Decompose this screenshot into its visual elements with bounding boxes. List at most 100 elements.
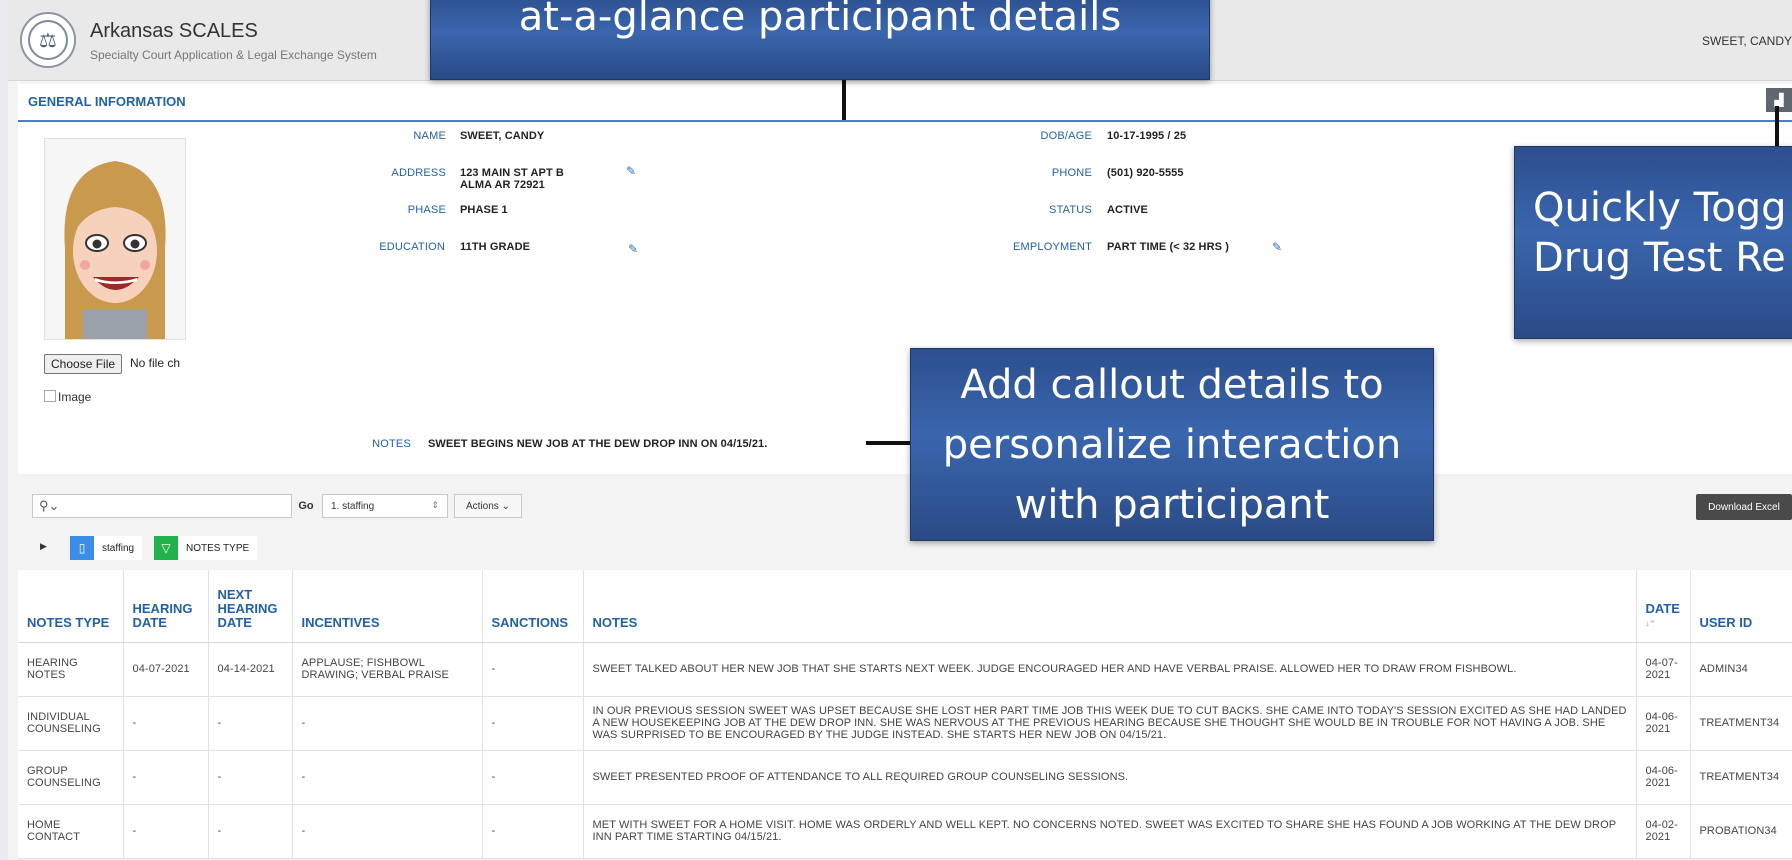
callout-personalize-interaction: Add callout details to personalize inter… [910, 348, 1434, 541]
name-value: SWEET, CANDY [460, 130, 545, 142]
select-arrows-icon: ⇕ [431, 500, 439, 510]
report-toolbar: ⚲⌄ Go 1. staffing ⇕ Actions ⌄ Download E… [18, 486, 1792, 528]
image-alt-text: Image [58, 390, 92, 404]
top-callout-leader-line [842, 80, 846, 120]
cell-notes-type: HEARING NOTES [18, 642, 124, 697]
col-header-next-hearing-date[interactable]: NEXT HEARING DATE [208, 570, 293, 643]
cell-notes: SWEET TALKED ABOUT HER NEW JOB THAT SHE … [583, 642, 1637, 697]
cell-date: 04-06-2021 [1636, 696, 1691, 751]
saved-report-icon[interactable]: ▯ [70, 536, 94, 560]
report-filters: ▶ ▯ staffing ▽ NOTES TYPE [18, 532, 1792, 564]
sort-descending-icon: ↓⁼ [1645, 617, 1655, 628]
address-line-1: 123 MAIN ST APT B [460, 167, 564, 179]
actions-menu-button[interactable]: Actions ⌄ [454, 494, 522, 518]
saved-report-chip[interactable]: staffing [94, 536, 143, 560]
callout-text-line-1: Add callout details to [960, 362, 1384, 408]
col-header-date-label: DATE [1645, 600, 1680, 616]
phone-label: PHONE [1051, 167, 1092, 179]
cell-notes: IN OUR PREVIOUS SESSION SWEET WAS UPSET … [583, 696, 1637, 751]
col-header-incentives[interactable]: INCENTIVES [292, 570, 483, 643]
avatar-illustration [45, 139, 185, 339]
notes-table: NOTES TYPE HEARING DATE NEXT HEARING DAT… [18, 570, 1792, 859]
app-subtitle: Specialty Court Application & Legal Exch… [90, 48, 377, 62]
dob-age-label: DOB/AGE [1040, 130, 1092, 142]
cell-user-id: PROBATION34 [1690, 804, 1792, 859]
edit-address-icon[interactable]: ✎ [626, 164, 636, 178]
notes-value: SWEET BEGINS NEW JOB AT THE DEW DROP INN… [428, 438, 768, 450]
actions-label: Actions [466, 500, 499, 512]
cell-incentives: APPLAUSE; FISHBOWL DRAWING; VERBAL PRAIS… [292, 642, 483, 697]
education-label: EDUCATION [379, 241, 445, 253]
cell-notes-type: HOME CONTACT [18, 804, 124, 859]
chevron-down-icon: ⌄ [498, 500, 510, 512]
search-icon[interactable]: ⚲⌄ [39, 498, 59, 514]
phone-value: (501) 920-5555 [1107, 167, 1184, 179]
education-value: 11TH GRADE [460, 241, 531, 253]
table-row: HOME CONTACT - - - - MET WITH SWEET FOR … [18, 804, 1792, 859]
go-button[interactable]: Go [294, 494, 318, 518]
phase-value: PHASE 1 [460, 204, 508, 216]
col-header-notes[interactable]: NOTES [583, 570, 1637, 643]
search-input[interactable]: ⚲⌄ [32, 494, 292, 518]
phase-label: PHASE [407, 204, 446, 216]
cell-date: 04-02-2021 [1636, 804, 1691, 859]
callout-text-line-2: personalize interaction [942, 422, 1402, 468]
address-label: ADDRESS [391, 167, 446, 179]
callout-text-line-2: Drug Test Re [1533, 235, 1786, 281]
download-excel-button[interactable]: Download Excel [1696, 494, 1792, 520]
cell-hearing-date: - [123, 696, 209, 751]
scales-icon: ⚖ [28, 20, 68, 60]
callout-drug-test-toggle: Quickly Togg Drug Test Re [1514, 146, 1792, 339]
edit-education-icon[interactable]: ✎ [628, 242, 638, 256]
cell-user-id: ADMIN34 [1690, 642, 1792, 697]
cell-sanctions: - [482, 696, 584, 751]
expand-triangle-icon[interactable]: ▶ [40, 541, 47, 552]
col-header-notes-type[interactable]: NOTES TYPE [18, 570, 124, 643]
general-information-header: GENERAL INFORMATION ▟ [18, 84, 1792, 122]
col-header-date[interactable]: DATE ↓⁼ [1636, 570, 1691, 643]
cell-sanctions: - [482, 804, 584, 859]
broken-image-placeholder: Image [44, 390, 91, 404]
filter-chip[interactable]: NOTES TYPE [178, 536, 258, 560]
edit-employment-icon[interactable]: ✎ [1272, 240, 1282, 254]
table-row: GROUP COUNSELING - - - - SWEET PRESENTED… [18, 750, 1792, 805]
cell-next-hearing-date: - [208, 750, 293, 805]
status-label: STATUS [1049, 204, 1092, 216]
section-title: GENERAL INFORMATION [28, 94, 186, 109]
bar-chart-icon: ▟ [1774, 93, 1784, 107]
col-header-sanctions[interactable]: SANCTIONS [482, 570, 584, 643]
callout-text-line-1: Quickly Togg [1533, 185, 1787, 231]
cell-user-id: TREATMENT34 [1690, 696, 1792, 751]
cell-hearing-date: - [123, 804, 209, 859]
cell-notes: SWEET PRESENTED PROOF OF ATTENDANCE TO A… [583, 750, 1637, 805]
cell-next-hearing-date: - [208, 696, 293, 751]
col-header-user-id[interactable]: USER ID [1690, 570, 1792, 643]
cell-user-id: TREATMENT34 [1690, 750, 1792, 805]
cell-date: 04-06-2021 [1636, 750, 1691, 805]
table-row: INDIVIDUAL COUNSELING - - - - IN OUR PRE… [18, 696, 1792, 751]
right-callout-leader-line [1775, 106, 1779, 148]
dob-age-value: 10-17-1995 / 25 [1107, 130, 1187, 142]
filter-icon[interactable]: ▽ [154, 536, 178, 560]
saved-report-select[interactable]: 1. staffing ⇕ [322, 494, 448, 518]
user-menu[interactable]: SWEET, CANDY [1702, 34, 1792, 48]
choose-file-button[interactable]: Choose File [44, 354, 123, 374]
callout-participant-details: at-a-glance participant details [430, 0, 1210, 80]
file-status-text: No file ch [130, 356, 181, 370]
court-seal-logo: ⚖ [20, 12, 76, 68]
notes-label: NOTES [372, 438, 411, 450]
cell-sanctions: - [482, 642, 584, 697]
cell-next-hearing-date: - [208, 804, 293, 859]
cell-hearing-date: - [123, 750, 209, 805]
col-header-hearing-date[interactable]: HEARING DATE [123, 570, 209, 643]
cell-incentives: - [292, 804, 483, 859]
cell-date: 04-07-2021 [1636, 642, 1691, 697]
table-row: HEARING NOTES 04-07-2021 04-14-2021 APPL… [18, 642, 1792, 697]
address-line-2: ALMA AR 72921 [460, 179, 545, 191]
cell-next-hearing-date: 04-14-2021 [208, 642, 293, 697]
cell-incentives: - [292, 696, 483, 751]
drug-test-chart-toggle-button[interactable]: ▟ [1766, 88, 1792, 112]
address-value: 123 MAIN ST APT B ALMA AR 72921 [460, 167, 564, 191]
middle-callout-leader-line [866, 441, 910, 445]
callout-text-line-3: with participant [1014, 482, 1330, 528]
